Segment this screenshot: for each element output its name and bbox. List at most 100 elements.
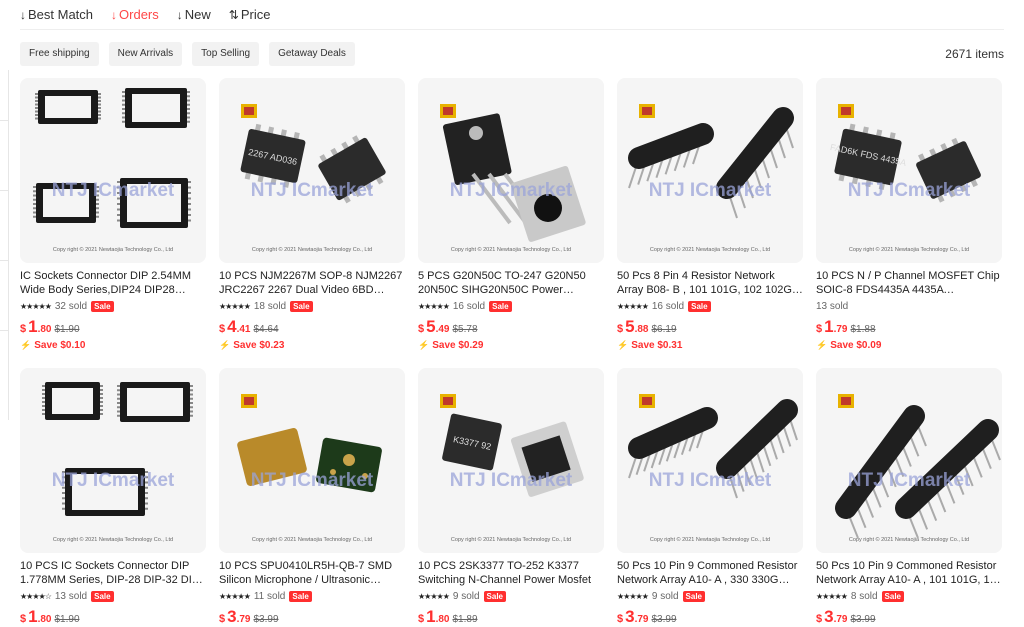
product-card[interactable]: K3377 92 NTJ ICmarket Copy right © 2021 Ne…	[418, 368, 604, 627]
sort-option[interactable]: ⇅ Price	[229, 7, 271, 22]
copyright-text: Copy right © 2021 Newtaojia Technology C…	[849, 246, 969, 253]
price-currency: $	[816, 613, 823, 625]
sold-count: 13 sold	[54, 590, 88, 602]
product-image-drawing: NTJ ICmarket Copy right © 2021 Newtaojia …	[237, 394, 382, 543]
sale-badge: Sale	[483, 590, 507, 602]
sort-option[interactable]: ↓ Orders	[111, 7, 159, 22]
savings-text: Save $0.09	[830, 339, 882, 351]
sale-badge: Sale	[881, 590, 905, 602]
product-title[interactable]: 10 PCS N / P Channel MOSFET Chip SOIC-8 …	[816, 269, 1002, 297]
star-rating-icon: ★★★★☆	[20, 591, 52, 601]
copyright-text: Copy right © 2021 Newtaojia Technology C…	[451, 536, 571, 543]
product-image[interactable]: NTJ ICmarket Copy right © 2021 Newtaojia …	[617, 78, 803, 263]
product-title[interactable]: 10 PCS SPU0410LR5H-QB-7 SMD Silicon Micr…	[219, 559, 405, 587]
product-meta: ★★★★☆ 13 sold Sale	[20, 589, 206, 603]
product-meta: ★★★★★ 18 sold Sale	[219, 299, 405, 313]
product-image-drawing: 2267 AD036NTJ ICmarketCopy right © 2021 …	[240, 104, 386, 253]
product-card[interactable]: NTJ ICmarket Copy right © 2021 Newtaojia …	[617, 78, 803, 356]
price-decimal: .79	[833, 324, 848, 335]
sort-option-label: Orders	[119, 7, 159, 22]
savings: ⚡ Save $0.09	[816, 339, 1002, 351]
result-count: 2671 items	[945, 47, 1004, 61]
product-title[interactable]: 10 PCS IC Sockets Connector DIP 1.778MM …	[20, 559, 206, 587]
filter-bar: Free shipping New Arrivals Top Selling Geta…	[20, 42, 1004, 66]
watermark-text: NTJ ICmarket	[450, 470, 573, 491]
star-rating-icon: ★★★★★	[219, 301, 251, 311]
product-image[interactable]: 2267 AD036 NTJ ICmarket Copy right © 2021 …	[219, 78, 405, 263]
product-price: $1.80 $1.90	[20, 607, 206, 627]
original-price: $5.78	[452, 324, 478, 335]
sold-count: 32 sold	[54, 300, 88, 312]
socket-shape	[122, 88, 190, 128]
filter-chip[interactable]: Top Selling	[192, 42, 260, 66]
price-decimal: .49	[435, 324, 450, 335]
product-title[interactable]: 50 Pcs 10 Pin 9 Commoned Resistor Networ…	[816, 559, 1002, 587]
product-card[interactable]: NTJ ICmarket Copy right © 2021 Newtaojia …	[418, 78, 604, 356]
watermark-text: NTJ ICmarket	[251, 180, 374, 201]
star-rating-icon: ★★★★★	[617, 591, 649, 601]
product-title[interactable]: 50 Pcs 10 Pin 9 Commoned Resistor Networ…	[617, 559, 803, 587]
price-integer: 4	[227, 317, 237, 336]
price-currency: $	[617, 323, 624, 335]
sort-option-label: Price	[240, 7, 271, 22]
product-image-drawing: NTJ ICmarket Copy right © 2021 Newtaojia …	[440, 104, 586, 253]
resistor-network-shape	[628, 407, 718, 479]
sale-badge: Sale	[290, 300, 313, 312]
filter-chip[interactable]: Getaway Deals	[269, 42, 355, 66]
resistor-network-shape	[716, 107, 794, 219]
product-card[interactable]: NTJ ICmarket Copy right © 2021 Newtaojia …	[816, 368, 1002, 627]
product-title[interactable]: IC Sockets Connector DIP 2.54MM Wide Bod…	[20, 269, 206, 297]
original-price: $6.19	[651, 324, 677, 335]
filter-chip[interactable]: Free shipping	[20, 42, 99, 66]
product-image[interactable]: NTJ ICmarket Copy right © 2021 Newtaojia …	[219, 368, 405, 553]
sort-option[interactable]: ↓ Best Match	[20, 7, 93, 22]
product-image[interactable]: K3377 92 NTJ ICmarket Copy right © 2021 Ne…	[418, 368, 604, 553]
product-price: $5.49 $5.78	[418, 317, 604, 337]
product-card[interactable]: NTJ ICmarket Copy right © 2021 Newtaojia …	[617, 368, 803, 627]
product-image[interactable]: NTJ ICmarket Copy right © 2021 Newtaojia …	[20, 78, 206, 263]
product-title[interactable]: 10 PCS 2SK3377 TO-252 K3377 Switching N-…	[418, 559, 604, 587]
price-integer: 5	[426, 317, 436, 336]
product-title[interactable]: 10 PCS NJM2267M SOP-8 NJM2267 JRC2267 22…	[219, 269, 405, 297]
filter-chip[interactable]: New Arrivals	[108, 42, 183, 66]
product-image[interactable]: NTJ ICmarket Copy right © 2021 Newtaojia …	[20, 368, 206, 553]
sale-badge: Sale	[91, 590, 114, 602]
product-card[interactable]: FAD6K FDS 4435A NTJ ICmarket Copy right © …	[816, 78, 1002, 356]
original-price: $1.89	[452, 614, 478, 625]
product-title[interactable]: 5 PCS G20N50C TO-247 G20N50 20N50C SIHG2…	[418, 269, 604, 297]
product-price: $3.79 $3.99	[816, 607, 1002, 627]
original-price: $3.99	[253, 614, 279, 625]
product-card[interactable]: 2267 AD036 NTJ ICmarket Copy right © 2021 …	[219, 78, 405, 356]
product-card[interactable]: NTJ ICmarket Copy right © 2021 Newtaojia …	[20, 368, 206, 627]
price-integer: 1	[28, 607, 38, 626]
price-integer: 5	[625, 317, 635, 336]
brand-logo	[241, 394, 257, 408]
sort-option[interactable]: ↓ New	[177, 7, 211, 22]
product-image[interactable]: NTJ ICmarket Copy right © 2021 Newtaojia …	[816, 368, 1002, 553]
sort-bar: ↓ Best Match ↓ Orders ↓ New ⇅ Price	[20, 0, 1004, 30]
price-currency: $	[418, 613, 425, 625]
discount-tag-icon: ⚡	[418, 339, 430, 350]
product-image[interactable]: FAD6K FDS 4435A NTJ ICmarket Copy right © …	[816, 78, 1002, 263]
copyright-text: Copy right © 2021 Newtaojia Technology C…	[451, 246, 571, 253]
savings: ⚡ Save $0.10	[20, 339, 206, 351]
brand-logo	[838, 104, 854, 118]
product-title[interactable]: 50 Pcs 8 Pin 4 Resistor Network Array B0…	[617, 269, 803, 297]
sold-count: 13 sold	[816, 300, 849, 312]
discount-tag-icon: ⚡	[20, 339, 32, 350]
product-card[interactable]: NTJ ICmarket Copy right © 2021 Newtaojia …	[219, 368, 405, 627]
product-image-drawing: NTJ ICmarket Copy right © 2021 Newtaojia …	[33, 88, 191, 253]
product-image[interactable]: NTJ ICmarket Copy right © 2021 Newtaojia …	[418, 78, 604, 263]
sold-count: 9 sold	[452, 590, 480, 602]
product-image[interactable]: NTJ ICmarket Copy right © 2021 Newtaojia …	[617, 368, 803, 553]
watermark-text: NTJ ICmarket	[450, 180, 573, 201]
savings: ⚡ Save $0.31	[617, 339, 803, 351]
price-currency: $	[617, 613, 624, 625]
sale-badge: Sale	[489, 300, 512, 312]
product-meta: ★★★★★ 9 sold Sale	[617, 589, 803, 603]
watermark-text: NTJ ICmarket	[848, 470, 971, 491]
transistor-shape	[442, 113, 586, 242]
socket-shape	[42, 382, 103, 420]
product-price: $1.80 $1.89	[418, 607, 604, 627]
product-card[interactable]: NTJ ICmarket Copy right © 2021 Newtaojia …	[20, 78, 206, 356]
